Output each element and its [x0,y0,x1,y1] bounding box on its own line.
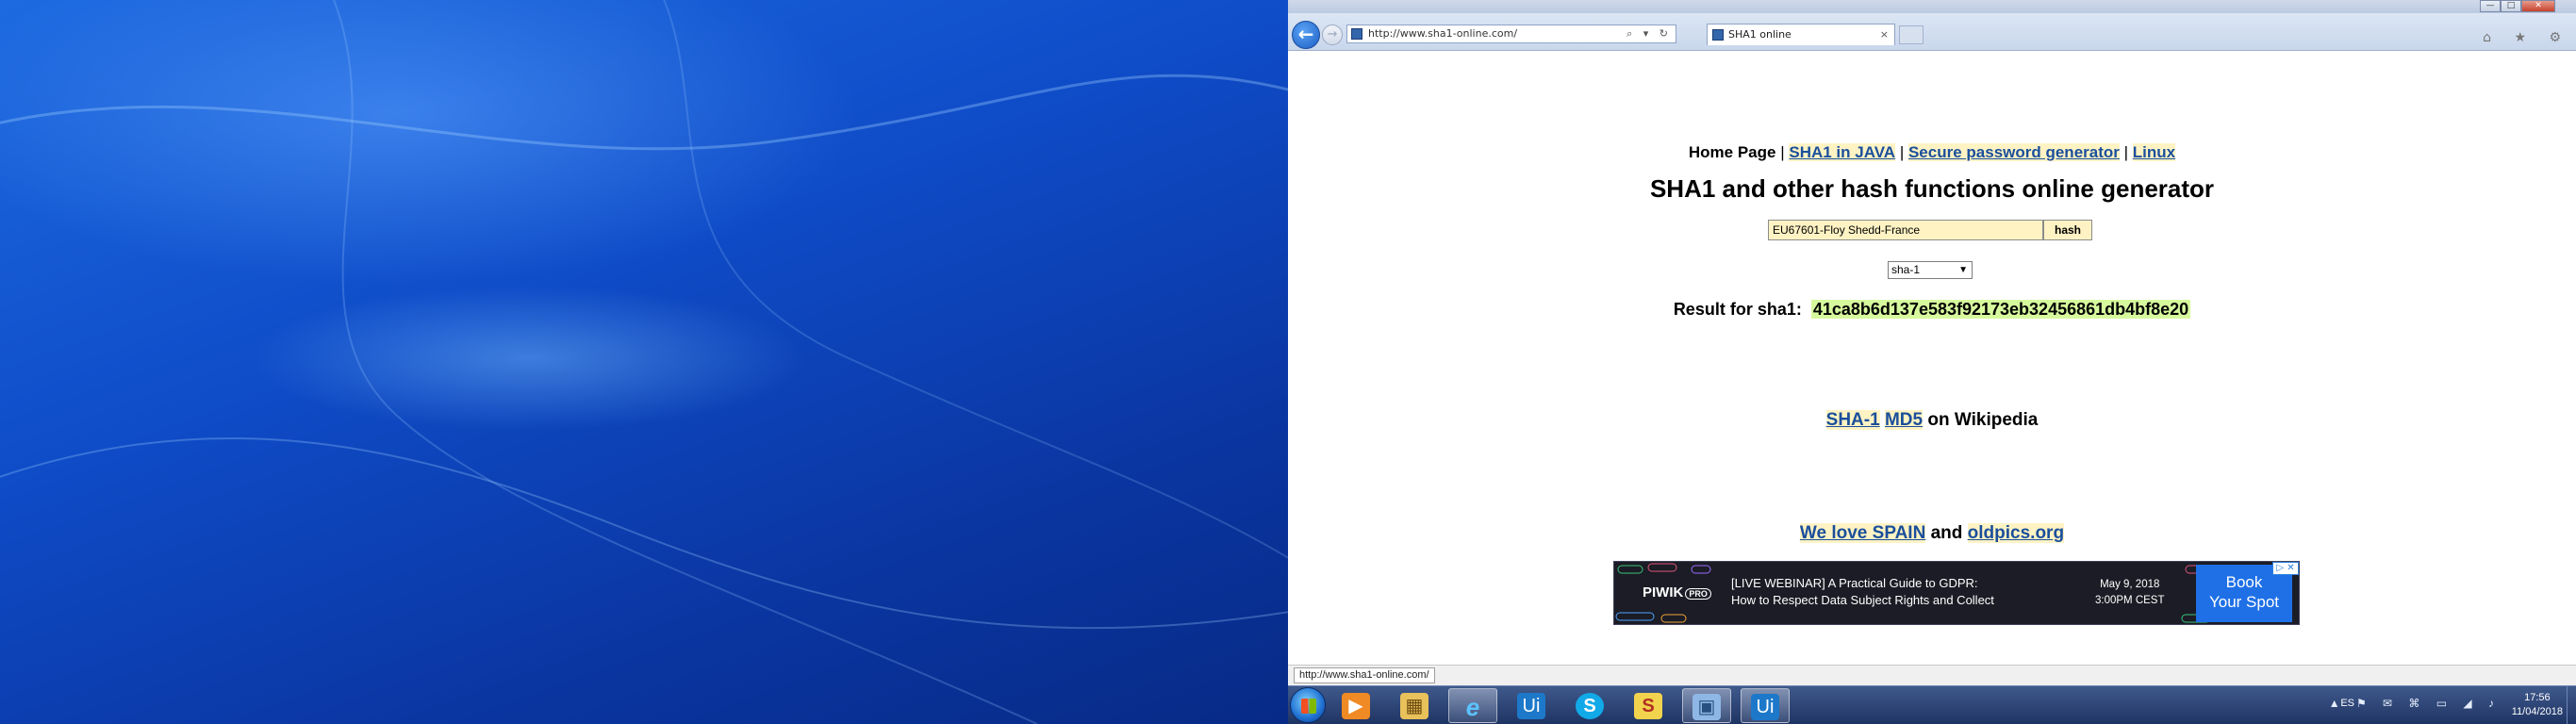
ad-cta-line-2: Your Spot [2208,593,2280,611]
ie-icon: e [1465,693,1480,721]
hash-button[interactable]: hash [2043,220,2092,240]
nav-separator: | [2119,143,2133,161]
ad-brand: PIWIK [1643,584,1684,601]
clock-time: 17:56 [2524,692,2551,703]
taskbar-uipath-2[interactable]: Ui [1741,688,1790,723]
start-button[interactable] [1290,687,1326,723]
navigation-bar: ← → http://www.sha1-online.com/ ⌕ ▾ ↻ SH… [1288,13,2576,51]
hash-text-input[interactable] [1768,220,2043,240]
address-url: http://www.sha1-online.com/ [1368,27,1518,40]
wiki-link-sha1[interactable]: SHA-1 [1825,410,1880,430]
ad-date-line-1: May 9, 2018 [2100,579,2160,590]
promo-line: We love SPAIN and oldpics.org [1288,523,2576,544]
desktop-wallpaper [0,0,1288,724]
ad-cta-line-1: Book [2225,573,2263,591]
control-panel-icon: ▣ [1693,694,1721,720]
chevron-down-icon: ▼ [1958,265,1968,275]
skype-icon: S [1576,693,1604,719]
link-we-love-spain[interactable]: We love SPAIN [1799,523,1926,543]
nav-link-linux[interactable]: Linux [2132,143,2176,161]
minimize-button[interactable]: — [2480,0,2501,12]
tab-sha1-online[interactable]: SHA1 online × [1707,24,1895,45]
taskbar-internet-explorer[interactable]: e [1448,688,1497,723]
wiki-suffix: on Wikipedia [1927,410,2039,430]
ad-choices-icon[interactable]: ▷ ✕ [2272,562,2299,575]
uipath-icon: Ui [1751,694,1779,720]
address-controls[interactable]: ⌕ ▾ ↻ [1627,25,1672,42]
taskbar-uipath-1[interactable]: Ui [1507,688,1556,723]
ad-line-2: How to Respect Data Subject Rights and C… [1731,593,1994,607]
ad-banner[interactable]: PIWIK PRO [LIVE WEBINAR] A Practical Guid… [1613,561,2300,625]
tab-title: SHA1 online [1728,28,1792,41]
wallpaper-swooshes [0,0,1288,724]
page-title: SHA1 and other hash functions online gen… [1649,174,2215,203]
nav-link-password-generator[interactable]: Secure password generator [1907,143,2120,161]
web-page: Home Page | SHA1 in JAVA | Secure passwo… [1288,52,2576,665]
new-tab-button[interactable] [1899,25,1924,44]
nav-separator: | [1895,143,1908,161]
taskbar-control-panel[interactable]: ▣ [1682,688,1731,723]
wiki-link-md5[interactable]: MD5 [1884,410,1924,430]
link-oldpics[interactable]: oldpics.org [1967,523,2065,543]
status-hover-url: http://www.sha1-online.com/ [1294,667,1435,683]
wikipedia-line: SHA-1 MD5 on Wikipedia [1288,410,2576,431]
tray-icons[interactable]: ▲ ⚑ ✉ ⌘ ▭ ◢ ♪ [2329,697,2501,710]
ad-brand-badge: PRO [1685,588,1711,600]
top-navigation: Home Page | SHA1 in JAVA | Secure passwo… [1288,143,2576,162]
tab-favicon-icon [1712,29,1724,41]
clock-date: 11/04/2018 [2511,706,2563,717]
show-desktop-button[interactable] [2567,686,2576,724]
forward-button[interactable]: → [1322,25,1343,45]
browser-window: — □ ✕ ← → http://www.sha1-online.com/ ⌕ … [1288,0,2576,724]
ad-text: [LIVE WEBINAR] A Practical Guide to GDPR… [1731,575,1994,609]
nav-separator: | [1775,143,1790,161]
clock[interactable]: 17:56 11/04/2018 [2512,691,2563,719]
windows-logo-icon [1301,699,1316,714]
result-line: Result for sha1: 41ca8b6d137e583f92173eb… [1288,300,2576,320]
folder-icon: ▦ [1400,693,1428,719]
site-favicon-icon [1351,28,1362,40]
taskbar-skype[interactable]: S [1565,688,1614,723]
taskbar-media-player[interactable]: ▶ [1331,688,1380,723]
ad-line-1: [LIVE WEBINAR] A Practical Guide to GDPR… [1731,576,1978,590]
title-bar: — □ ✕ [1288,0,2576,13]
media-player-icon: ▶ [1342,693,1370,719]
result-label: Result for sha1: [1673,300,1802,319]
promo-and: and [1930,523,1963,543]
algorithm-selected: sha-1 [1891,263,1921,276]
ad-brand-logo: PIWIK PRO [1643,584,1711,601]
result-hash[interactable]: 41ca8b6d137e583f92173eb32456861db4bf8e20 [1810,300,2191,319]
ad-date-line-2: 3:00PM CEST [2095,595,2165,606]
status-bar: http://www.sha1-online.com/ [1288,665,2576,685]
address-bar[interactable]: http://www.sha1-online.com/ ⌕ ▾ ↻ [1346,25,1676,43]
taskbar-stickies[interactable]: S [1624,688,1673,723]
stickies-icon: S [1634,693,1662,719]
toolbar-icons[interactable]: ⌂ ★ ⚙ [2483,30,2570,45]
taskbar-explorer[interactable]: ▦ [1390,688,1439,723]
nav-link-sha1-java[interactable]: SHA1 in JAVA [1789,143,1896,161]
uipath-icon: Ui [1517,693,1545,719]
algorithm-select[interactable]: sha-1 ▼ [1888,261,1973,279]
system-tray: ES ▲ ⚑ ✉ ⌘ ▭ ◢ ♪ 17:56 11/04/2018 [2293,686,2576,724]
ad-date: May 9, 2018 3:00PM CEST [2095,577,2165,609]
taskbar: ▶ ▦ e Ui S S ▣ Ui ES ▲ ⚑ ✉ ⌘ ▭ ◢ ♪ 17:56… [1288,685,2576,724]
nav-home: Home Page [1688,143,1776,161]
window-close-button[interactable]: ✕ [2521,0,2555,12]
maximize-button[interactable]: □ [2501,0,2521,12]
tab-close-icon[interactable]: × [1880,25,1889,45]
back-button[interactable]: ← [1292,21,1320,49]
